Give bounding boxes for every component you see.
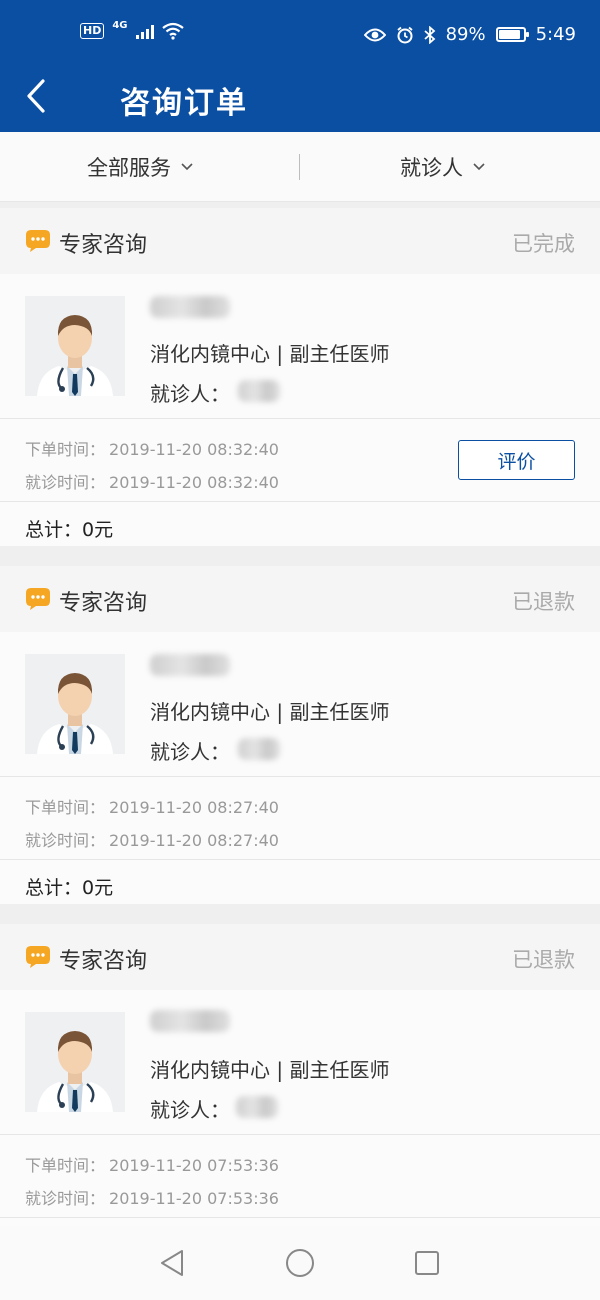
filter-all-services[interactable]: 全部服务 — [87, 132, 193, 202]
divider — [0, 501, 600, 502]
visit-time-row: 就诊时间： 2019-11-20 08:27:40 — [25, 827, 279, 851]
redacted-doctor-name — [150, 296, 230, 318]
redacted-patient-name — [238, 738, 280, 760]
divider — [0, 418, 600, 419]
visit-time-row: 就诊时间： 2019-11-20 07:53:36 — [25, 1185, 279, 1209]
redacted-doctor-name — [150, 654, 230, 676]
battery-icon — [495, 27, 529, 42]
order-time-label: 下单时间： — [25, 1156, 106, 1175]
doctor-department: 消化内镜中心 | 副主任医师 — [150, 1058, 390, 1082]
order-card[interactable]: 专家咨询 已退款 消化内镜中心 | 副主任医师 就诊人： 下单时间： 2019-1… — [0, 924, 600, 1226]
back-chevron-icon — [27, 79, 45, 113]
visit-time: 2019-11-20 07:53:36 — [109, 1189, 279, 1208]
system-recents-button[interactable] — [412, 1248, 442, 1278]
visit-time-label: 就诊时间： — [25, 831, 106, 850]
page-title: 咨询订单 — [120, 86, 248, 121]
redacted-patient-name — [236, 1096, 278, 1118]
divider — [0, 776, 600, 777]
system-home-button[interactable] — [285, 1248, 315, 1278]
filter-all-services-label: 全部服务 — [87, 156, 171, 180]
doctor-avatar — [25, 1012, 125, 1112]
chat-bubble-icon — [26, 588, 50, 610]
clock: 5:49 — [535, 24, 576, 45]
patient-label: 就诊人： — [150, 382, 230, 406]
doctor-department: 消化内镜中心 | 副主任医师 — [150, 700, 390, 724]
filter-bar: 全部服务 就诊人 — [0, 132, 600, 202]
order-card-header: 专家咨询 已退款 — [0, 924, 600, 990]
triangle-back-icon — [161, 1250, 183, 1276]
bluetooth-icon — [423, 25, 435, 44]
network-type: 4G — [112, 19, 128, 31]
doctor-avatar — [25, 654, 125, 754]
status-right: 89% 5:49 — [363, 24, 576, 45]
status-bar: HD 4G 89% 5:49 — [0, 0, 600, 62]
visit-time-row: 就诊时间： 2019-11-20 08:32:40 — [25, 469, 279, 493]
order-time-row: 下单时间： 2019-11-20 07:53:36 — [25, 1152, 279, 1176]
battery-percent: 89% — [445, 24, 486, 45]
redacted-patient-name — [238, 380, 280, 402]
review-button[interactable]: 评价 — [458, 440, 575, 480]
divider — [0, 859, 600, 860]
visit-time: 2019-11-20 08:27:40 — [109, 831, 279, 850]
visit-time: 2019-11-20 08:32:40 — [109, 473, 279, 492]
status-left: HD 4G — [80, 19, 184, 40]
service-type: 专家咨询 — [59, 949, 148, 974]
order-total: 总计：0元 — [25, 877, 114, 899]
chevron-down-icon — [181, 163, 193, 171]
system-nav-bar — [0, 1226, 600, 1300]
nav-bar: 咨询订单 — [0, 62, 600, 132]
order-status: 已退款 — [512, 948, 575, 972]
divider — [0, 1134, 600, 1135]
hd-badge: HD — [80, 23, 105, 39]
app-header: HD 4G 89% 5:49 咨询订单 — [0, 0, 600, 132]
chevron-down-icon — [473, 163, 485, 171]
wifi-icon — [161, 22, 184, 40]
filter-divider — [299, 154, 300, 180]
system-back-button[interactable] — [157, 1248, 187, 1278]
order-time-label: 下单时间： — [25, 440, 106, 459]
redacted-doctor-name — [150, 1010, 230, 1032]
order-card-header: 专家咨询 已完成 — [0, 208, 600, 274]
order-time: 2019-11-20 08:32:40 — [109, 440, 279, 459]
filter-patient-label: 就诊人 — [400, 156, 463, 180]
filter-patient[interactable]: 就诊人 — [400, 132, 485, 202]
patient-label: 就诊人： — [150, 740, 230, 764]
order-total: 总计：0元 — [25, 519, 114, 541]
chat-bubble-icon — [26, 230, 50, 252]
order-time-row: 下单时间： 2019-11-20 08:32:40 — [25, 436, 279, 460]
alarm-icon — [396, 26, 413, 43]
eye-icon — [363, 28, 386, 41]
square-recents-icon — [415, 1251, 439, 1275]
order-status: 已退款 — [512, 590, 575, 614]
patient-label: 就诊人： — [150, 1098, 230, 1122]
circle-home-icon — [286, 1249, 314, 1277]
chat-bubble-icon — [26, 946, 50, 968]
order-time: 2019-11-20 08:27:40 — [109, 798, 279, 817]
order-time-row: 下单时间： 2019-11-20 08:27:40 — [25, 794, 279, 818]
visit-time-label: 就诊时间： — [25, 473, 106, 492]
order-card-header: 专家咨询 已退款 — [0, 566, 600, 632]
order-time: 2019-11-20 07:53:36 — [109, 1156, 279, 1175]
signal-icon — [135, 23, 154, 39]
order-time-label: 下单时间： — [25, 798, 106, 817]
visit-time-label: 就诊时间： — [25, 1189, 106, 1208]
order-card[interactable]: 专家咨询 已完成 消化内镜中心 | 副主任医师 就诊人： 下单时间： 2019-1… — [0, 208, 600, 546]
doctor-department: 消化内镜中心 | 副主任医师 — [150, 342, 390, 366]
divider — [0, 1217, 600, 1218]
service-type: 专家咨询 — [59, 591, 148, 616]
order-status: 已完成 — [512, 232, 575, 256]
order-card[interactable]: 专家咨询 已退款 消化内镜中心 | 副主任医师 就诊人： 下单时间： 2019-1… — [0, 566, 600, 904]
doctor-avatar — [25, 296, 125, 396]
service-type: 专家咨询 — [59, 233, 148, 258]
back-button[interactable] — [14, 74, 58, 118]
